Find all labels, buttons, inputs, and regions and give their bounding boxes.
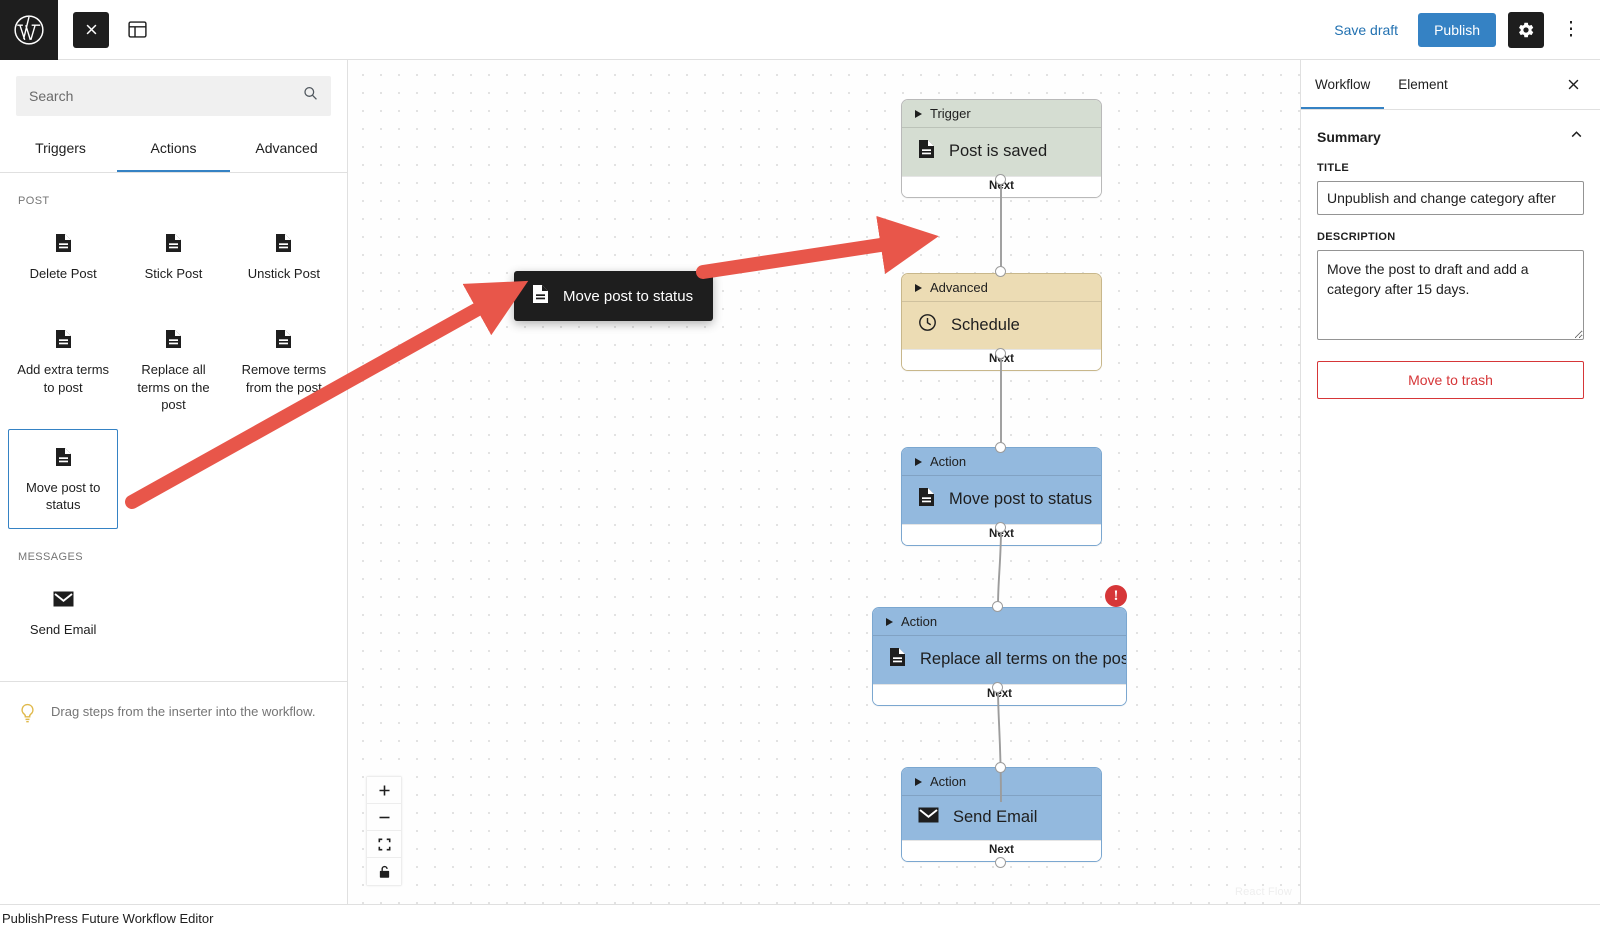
lightbulb-icon (18, 703, 37, 729)
node-port-trigger-out[interactable] (995, 174, 1006, 185)
group-label-post: POST (18, 195, 50, 207)
node-error-badge[interactable]: ! (1105, 585, 1127, 607)
post-icon (55, 328, 72, 350)
inserter-item-send-email[interactable]: Send Email (8, 571, 118, 667)
messages-actions-grid: Send Email (0, 567, 347, 667)
inserter-item-label: Stick Post (144, 266, 203, 281)
title-field-wrapper: TITLE (1301, 162, 1600, 231)
tab-triggers[interactable]: Triggers (4, 124, 117, 172)
post-icon (165, 328, 182, 350)
wordpress-logo-icon[interactable] (0, 0, 58, 60)
inserter-item-label: Add extra terms to post (17, 362, 110, 395)
workflow-description-textarea[interactable] (1317, 250, 1584, 340)
inserter-item-delete-post[interactable]: Delete Post (8, 215, 118, 311)
top-toolbar-left (58, 11, 155, 48)
node-port-advanced-in[interactable] (995, 266, 1006, 277)
description-field-label: DESCRIPTION (1317, 231, 1396, 243)
inserter-item-stick-post[interactable]: Stick Post (118, 215, 228, 311)
inserter-sidebar: Triggers Actions Advanced POST Delete Po… (0, 60, 348, 904)
workflow-edges (997, 180, 1002, 803)
workflow-title-input[interactable] (1317, 181, 1584, 215)
post-icon (55, 446, 72, 468)
inserter-item-move-post-to-status[interactable]: Move post to status (8, 428, 119, 529)
inserter-item-label: Move post to status (25, 479, 101, 513)
trash-wrapper: Move to trash (1301, 361, 1600, 415)
node-port-advanced-out[interactable] (995, 348, 1006, 359)
close-icon[interactable] (1556, 68, 1590, 102)
settings-tabs: Workflow Element (1301, 60, 1600, 110)
inserter-item-label: Unstick Post (247, 266, 320, 281)
node-port-action1-out[interactable] (995, 522, 1006, 533)
more-options-icon[interactable]: ⋮ (1556, 12, 1586, 48)
toggle-inserter-button[interactable] (119, 12, 155, 48)
search-input[interactable] (16, 76, 331, 116)
node-port-action2-in[interactable] (992, 601, 1003, 612)
node-port-action1-in[interactable] (995, 442, 1006, 453)
inserter-item-remove-terms[interactable]: Remove terms from the post (229, 311, 339, 429)
title-field-label: TITLE (1317, 162, 1350, 174)
chevron-up-icon[interactable] (1569, 127, 1584, 147)
move-to-trash-button[interactable]: Move to trash (1317, 361, 1584, 399)
inserter-item-add-extra-terms[interactable]: Add extra terms to post (8, 311, 118, 429)
summary-title: Summary (1317, 129, 1381, 145)
email-icon (53, 588, 74, 610)
settings-panel: Workflow Element Summary TITLE DESCRIPTI… (1300, 60, 1600, 904)
workflow-editor-app: Save draft Publish ⋮ Triggers (0, 0, 1600, 931)
close-editor-button[interactable] (73, 11, 109, 48)
node-port-action3-in[interactable] (995, 762, 1006, 773)
summary-section-header[interactable]: Summary (1301, 110, 1600, 162)
tab-element[interactable]: Element (1384, 60, 1462, 109)
top-toolbar: Save draft Publish ⋮ (0, 0, 1600, 60)
node-port-action3-out[interactable] (995, 857, 1006, 868)
settings-gear-icon[interactable] (1508, 11, 1544, 48)
node-port-action2-out[interactable] (992, 682, 1003, 693)
post-icon (275, 328, 292, 350)
inserter-item-label: Replace all terms on the post (137, 362, 210, 413)
inserter-content: POST Delete Post Stick Post Unstick Post… (0, 173, 347, 904)
post-icon (55, 232, 72, 254)
status-bar-text: PublishPress Future Workflow Editor (2, 910, 214, 926)
inserter-item-label: Remove terms from the post (241, 362, 327, 395)
search-box[interactable] (16, 76, 331, 116)
publish-button[interactable]: Publish (1418, 12, 1496, 47)
inserter-item-label: Delete Post (29, 266, 97, 281)
inserter-tabs: Triggers Actions Advanced (0, 124, 347, 173)
save-draft-button[interactable]: Save draft (1326, 16, 1406, 44)
group-label-messages: MESSAGES (18, 550, 83, 563)
drag-preview-chip: Move post to status (514, 271, 714, 321)
inserter-tip: Drag steps from the inserter into the wo… (0, 682, 347, 749)
inserter-item-unstick-post[interactable]: Unstick Post (229, 215, 339, 311)
tab-advanced[interactable]: Advanced (230, 124, 343, 172)
status-bar: PublishPress Future Workflow Editor (0, 904, 1600, 931)
inserter-tip-text: Drag steps from the inserter into the wo… (51, 703, 316, 719)
description-field-wrapper: DESCRIPTION (1301, 231, 1600, 361)
post-actions-grid: Delete Post Stick Post Unstick Post Add … (0, 211, 347, 529)
post-icon (275, 232, 292, 254)
inserter-item-replace-all-terms[interactable]: Replace all terms on the post (118, 311, 228, 429)
search-container (0, 60, 347, 124)
post-icon (165, 232, 182, 254)
tab-actions[interactable]: Actions (117, 124, 230, 172)
drag-preview-label: Move post to status (563, 287, 694, 305)
top-toolbar-right: Save draft Publish ⋮ (1326, 11, 1600, 48)
inserter-item-label: Send Email (29, 621, 97, 637)
tab-workflow[interactable]: Workflow (1301, 60, 1385, 109)
workflow-canvas[interactable]: Trigger Post is saved Next Advanced Sche (348, 60, 1300, 904)
post-icon (532, 284, 549, 308)
